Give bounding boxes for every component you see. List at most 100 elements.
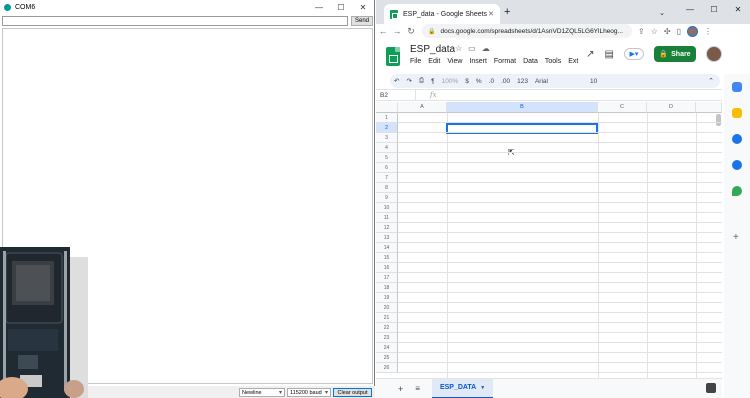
row-header-7[interactable]: 7: [376, 173, 398, 183]
chevron-up-icon[interactable]: ⌃: [708, 77, 714, 85]
tab-search-icon[interactable]: ⌄: [650, 4, 674, 22]
column-header-c[interactable]: C: [598, 102, 647, 113]
baud-rate-select[interactable]: 115200 baud: [287, 388, 331, 397]
line-ending-select[interactable]: Newline: [239, 388, 285, 397]
reload-icon[interactable]: ↻: [404, 24, 418, 38]
contacts-icon[interactable]: [732, 160, 742, 170]
row-header-26[interactable]: 26: [376, 363, 398, 373]
row-header-1[interactable]: 1: [376, 113, 398, 123]
menu-data[interactable]: Data: [523, 58, 538, 65]
column-header-b[interactable]: B: [447, 102, 598, 113]
close-icon[interactable]: ✕: [352, 0, 374, 15]
url-field[interactable]: 🔒 docs.google.com/spreadsheets/d/1AsnVD1…: [422, 24, 632, 38]
share-page-icon[interactable]: ⇪: [638, 27, 645, 36]
star-icon[interactable]: ☆: [455, 44, 462, 53]
browser-tab[interactable]: ESP_data - Google Sheets ✕: [384, 4, 500, 24]
row-header-17[interactable]: 17: [376, 273, 398, 283]
maximize-icon[interactable]: ☐: [330, 0, 352, 15]
trend-icon[interactable]: ↗: [586, 49, 594, 60]
undo-icon[interactable]: ↶: [394, 77, 399, 85]
chevron-down-icon[interactable]: ▼: [480, 385, 485, 391]
menu-format[interactable]: Format: [494, 58, 516, 65]
forward-icon[interactable]: →: [390, 24, 404, 38]
column-header-a[interactable]: A: [398, 102, 447, 113]
maximize-icon[interactable]: ☐: [702, 0, 726, 18]
sheets-logo-icon[interactable]: [386, 47, 400, 66]
meet-icon[interactable]: ▶▾: [624, 48, 644, 60]
row-header-23[interactable]: 23: [376, 333, 398, 343]
row-header-12[interactable]: 12: [376, 223, 398, 233]
column-header-e[interactable]: [696, 102, 722, 113]
row-header-24[interactable]: 24: [376, 343, 398, 353]
minimize-icon[interactable]: —: [308, 0, 330, 15]
new-tab-icon[interactable]: +: [504, 6, 510, 18]
row-header-8[interactable]: 8: [376, 183, 398, 193]
row-header-22[interactable]: 22: [376, 323, 398, 333]
menu-insert[interactable]: Insert: [469, 58, 487, 65]
spreadsheet-grid[interactable]: A B C D ⇱ 123456789101112131415161718192…: [376, 102, 722, 378]
bookmark-star-icon[interactable]: ☆: [651, 27, 658, 36]
move-folder-icon[interactable]: ▭: [468, 44, 476, 53]
redo-icon[interactable]: ↷: [406, 77, 411, 85]
row-header-4[interactable]: 4: [376, 143, 398, 153]
row-header-6[interactable]: 6: [376, 163, 398, 173]
row-header-2[interactable]: 2: [376, 123, 398, 133]
row-header-25[interactable]: 25: [376, 353, 398, 363]
increase-decimal-button[interactable]: .00: [501, 78, 510, 85]
percent-button[interactable]: %: [476, 78, 482, 85]
row-header-9[interactable]: 9: [376, 193, 398, 203]
tab-close-icon[interactable]: ✕: [488, 10, 494, 18]
explore-icon[interactable]: [706, 383, 716, 393]
profile-avatar[interactable]: [686, 25, 698, 37]
menu-edit[interactable]: Edit: [428, 58, 440, 65]
row-header-14[interactable]: 14: [376, 243, 398, 253]
print-icon[interactable]: ⎙: [419, 77, 424, 85]
corner-cell[interactable]: [376, 102, 398, 113]
row-header-20[interactable]: 20: [376, 303, 398, 313]
row-header-18[interactable]: 18: [376, 283, 398, 293]
cloud-status-icon[interactable]: ☁: [482, 44, 490, 53]
more-formats-button[interactable]: 123: [517, 78, 528, 85]
row-header-21[interactable]: 21: [376, 313, 398, 323]
comments-icon[interactable]: ▤: [605, 49, 614, 60]
name-box[interactable]: B2: [376, 90, 416, 100]
menu-file[interactable]: File: [410, 58, 421, 65]
currency-button[interactable]: $: [465, 78, 469, 85]
chrome-menu-icon[interactable]: ⋮: [704, 27, 712, 36]
row-header-15[interactable]: 15: [376, 253, 398, 263]
row-header-13[interactable]: 13: [376, 233, 398, 243]
document-title[interactable]: ESP_data: [410, 44, 455, 55]
maps-icon[interactable]: [732, 186, 742, 196]
vertical-scrollbar[interactable]: [716, 114, 721, 126]
send-button[interactable]: Send: [351, 16, 373, 26]
calendar-icon[interactable]: [732, 82, 742, 92]
row-header-11[interactable]: 11: [376, 213, 398, 223]
close-icon[interactable]: ✕: [726, 0, 750, 18]
all-sheets-icon[interactable]: ≡: [415, 384, 420, 393]
row-header-5[interactable]: 5: [376, 153, 398, 163]
sidebar-icon[interactable]: ▯: [677, 27, 681, 36]
zoom-select[interactable]: 100%: [442, 78, 459, 85]
row-header-10[interactable]: 10: [376, 203, 398, 213]
add-on-plus-icon[interactable]: +: [733, 232, 739, 243]
font-select[interactable]: Arial: [535, 78, 583, 85]
back-icon[interactable]: ←: [376, 24, 390, 38]
row-header-19[interactable]: 19: [376, 293, 398, 303]
decrease-decimal-button[interactable]: .0: [489, 78, 494, 85]
tasks-icon[interactable]: [732, 134, 742, 144]
paint-format-icon[interactable]: ¶: [431, 78, 435, 85]
row-header-16[interactable]: 16: [376, 263, 398, 273]
menu-tools[interactable]: Tools: [545, 58, 561, 65]
share-button[interactable]: 🔒 Share: [654, 46, 696, 62]
menu-extensions[interactable]: Ext: [568, 58, 578, 65]
serial-send-input[interactable]: [2, 16, 348, 26]
row-header-3[interactable]: 3: [376, 133, 398, 143]
column-header-d[interactable]: D: [647, 102, 696, 113]
extensions-icon[interactable]: ✣: [664, 27, 671, 36]
menu-view[interactable]: View: [447, 58, 462, 65]
clear-output-button[interactable]: Clear output: [333, 388, 372, 397]
account-avatar[interactable]: [706, 46, 722, 62]
minimize-icon[interactable]: —: [678, 0, 702, 18]
add-sheet-icon[interactable]: +: [398, 384, 403, 394]
keep-icon[interactable]: [732, 108, 742, 118]
